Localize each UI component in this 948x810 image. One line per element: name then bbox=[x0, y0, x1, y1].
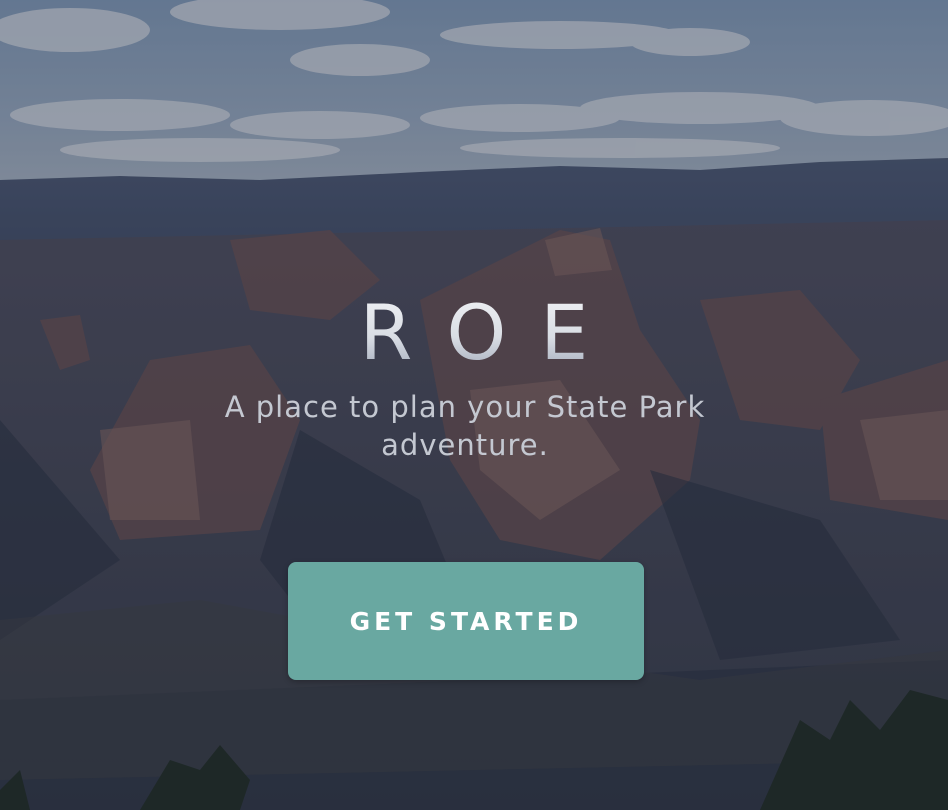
hero-tagline: A place to plan your State Park adventur… bbox=[224, 390, 706, 462]
hero-section: ROE A place to plan your State Park adve… bbox=[0, 0, 948, 810]
get-started-button[interactable]: GET STARTED bbox=[288, 562, 644, 680]
brand-title: ROE bbox=[0, 288, 948, 378]
